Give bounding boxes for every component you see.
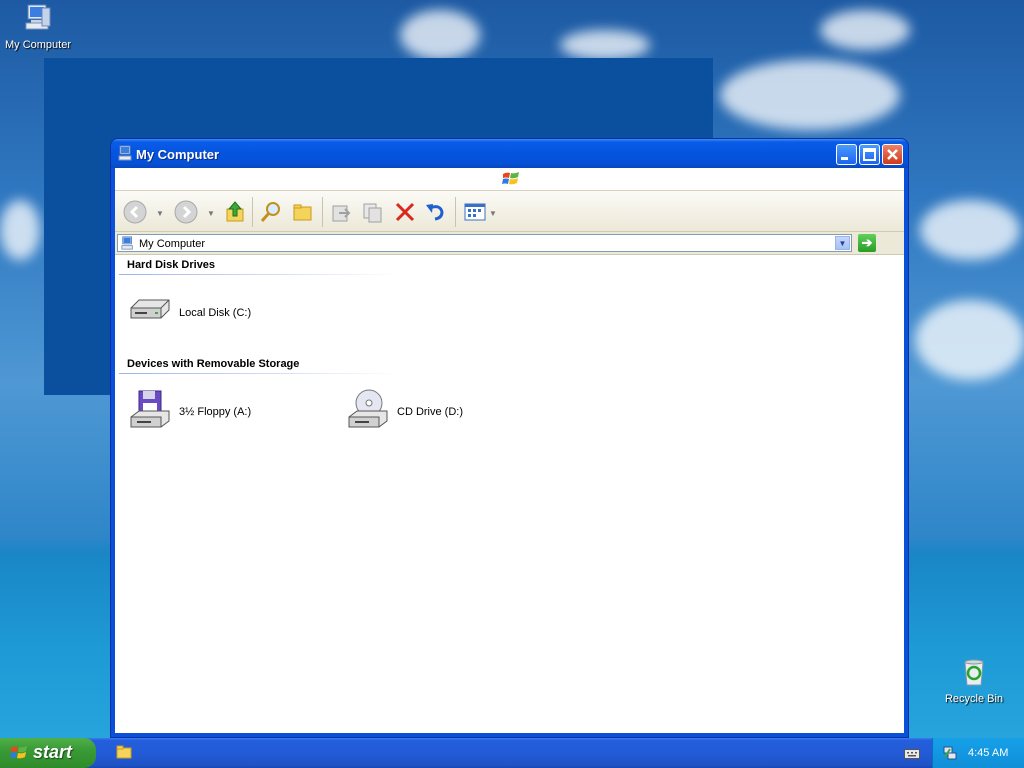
back-button[interactable] xyxy=(123,200,147,224)
undo-icon xyxy=(426,204,444,221)
go-button[interactable]: ➔ xyxy=(858,234,876,252)
back-arrow-icon xyxy=(123,200,147,224)
minimize-icon xyxy=(841,157,848,160)
computer-icon xyxy=(118,145,132,161)
standard-toolbar: ▼ ▼ ▼ xyxy=(115,191,904,232)
minimize-button[interactable] xyxy=(836,144,857,165)
start-button[interactable]: start xyxy=(0,738,96,768)
cloud xyxy=(0,200,40,260)
group-heading: Hard Disk Drives xyxy=(127,259,216,271)
taskbar: start 4:45 AM xyxy=(0,738,1024,768)
copy-to-icon xyxy=(363,203,382,223)
drive-label: Local Disk (C:) xyxy=(179,307,252,319)
windows-logo-icon xyxy=(10,746,27,759)
search-button[interactable] xyxy=(259,200,283,224)
maximize-button[interactable] xyxy=(859,144,880,165)
address-field[interactable]: My Computer ▼ xyxy=(117,234,852,252)
move-to-icon xyxy=(332,205,351,222)
up-folder-icon xyxy=(226,201,244,222)
drive-item-cd[interactable]: CD Drive (D:) xyxy=(343,386,463,438)
address-value: My Computer xyxy=(139,238,206,250)
title-bar[interactable]: My Computer xyxy=(111,139,908,168)
delete-button[interactable] xyxy=(393,200,417,224)
desktop-icon-recycle-bin[interactable]: Recycle Bin xyxy=(936,656,1012,705)
window-client-area: ▼ ▼ ▼ My Computer ▼ ➔ Hard Disk Drives L… xyxy=(115,168,904,733)
cloud xyxy=(560,30,650,60)
my-computer-window: My Computer ▼ ▼ ▼ My Computer ▼ ➔ Hard D… xyxy=(111,139,908,737)
address-dropdown-button[interactable]: ▼ xyxy=(835,236,850,250)
group-heading: Devices with Removable Storage xyxy=(127,358,300,370)
back-dropdown[interactable]: ▼ xyxy=(156,209,164,218)
forward-button[interactable] xyxy=(174,200,198,224)
copy-to-button[interactable] xyxy=(361,200,385,224)
keyboard-icon[interactable] xyxy=(904,747,920,759)
maximize-icon xyxy=(863,148,876,161)
system-tray: 4:45 AM xyxy=(932,738,1024,768)
views-icon xyxy=(464,203,486,221)
drive-label: CD Drive (D:) xyxy=(397,406,463,418)
forward-arrow-icon xyxy=(174,200,198,224)
group-divider xyxy=(119,274,399,275)
toolbar-separator xyxy=(322,197,323,227)
delete-icon xyxy=(395,202,415,222)
toolbar-separator xyxy=(455,197,456,227)
start-label: start xyxy=(33,742,73,762)
folders-icon xyxy=(293,204,312,221)
cloud xyxy=(720,60,900,130)
cloud xyxy=(915,300,1024,380)
chevron-down-icon: ▼ xyxy=(838,239,847,248)
close-button[interactable] xyxy=(882,144,903,165)
window-title: My Computer xyxy=(136,147,220,162)
desktop-icon-label: My Computer xyxy=(4,39,72,51)
network-icon[interactable] xyxy=(942,745,958,761)
views-dropdown[interactable]: ▼ xyxy=(489,209,497,218)
throbber-bar xyxy=(115,168,904,191)
windows-logo-icon xyxy=(502,172,519,185)
forward-dropdown[interactable]: ▼ xyxy=(207,209,215,218)
move-to-button[interactable] xyxy=(329,200,353,224)
drive-item-floppy[interactable]: 3½ Floppy (A:) xyxy=(125,386,251,438)
computer-icon xyxy=(121,236,133,250)
cloud xyxy=(820,10,910,50)
address-bar: My Computer ▼ ➔ xyxy=(115,232,904,255)
file-view: Hard Disk Drives Local Disk (C:) Devices… xyxy=(115,255,904,735)
go-arrow-icon: ➔ xyxy=(861,235,873,250)
computer-icon xyxy=(25,4,51,30)
search-icon xyxy=(260,202,280,222)
toolbar-separator xyxy=(252,197,253,227)
cd-drive-icon xyxy=(348,389,388,428)
clock[interactable]: 4:45 AM xyxy=(968,747,1008,759)
group-divider xyxy=(119,373,399,374)
undo-button[interactable] xyxy=(423,200,447,224)
folder-icon[interactable] xyxy=(116,745,132,759)
views-button[interactable] xyxy=(463,200,487,224)
recycle-bin-icon xyxy=(964,659,984,686)
drive-item-local-disk[interactable]: Local Disk (C:) xyxy=(125,287,251,339)
desktop-icon-label: Recycle Bin xyxy=(944,693,1004,705)
desktop-icon-my-computer[interactable]: My Computer xyxy=(0,2,76,51)
floppy-drive-icon xyxy=(130,390,170,428)
folders-button[interactable] xyxy=(291,200,315,224)
hard-disk-icon xyxy=(130,299,170,319)
up-folder-button[interactable] xyxy=(223,200,247,224)
cloud xyxy=(920,200,1020,260)
drive-label: 3½ Floppy (A:) xyxy=(179,406,252,418)
close-icon xyxy=(887,149,898,160)
cloud xyxy=(400,10,480,60)
